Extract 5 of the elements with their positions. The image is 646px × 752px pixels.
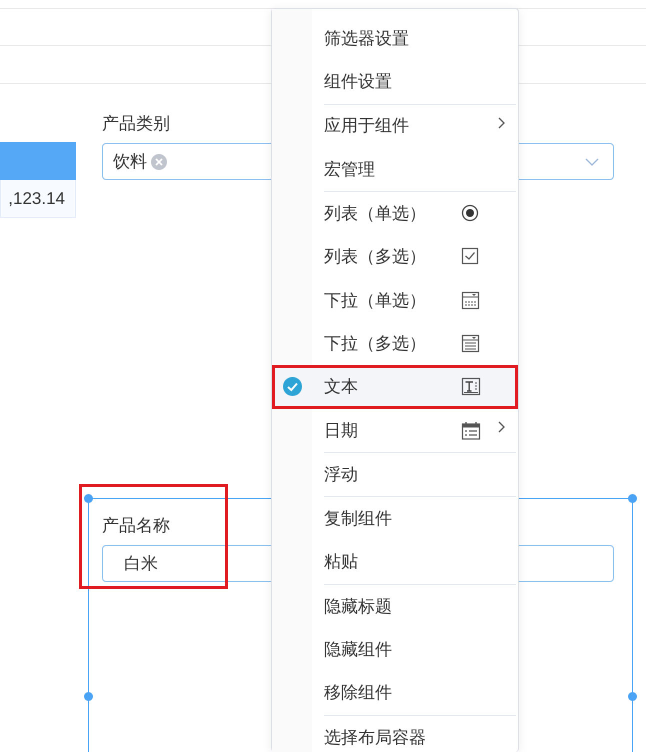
filter-label: 产品类别 — [102, 113, 170, 135]
table-cell: ,123.14 — [0, 180, 76, 218]
field-value: 白米 — [124, 552, 158, 575]
tag-text: 饮料 — [113, 150, 147, 173]
filter-label: 产品名称 — [102, 515, 170, 537]
